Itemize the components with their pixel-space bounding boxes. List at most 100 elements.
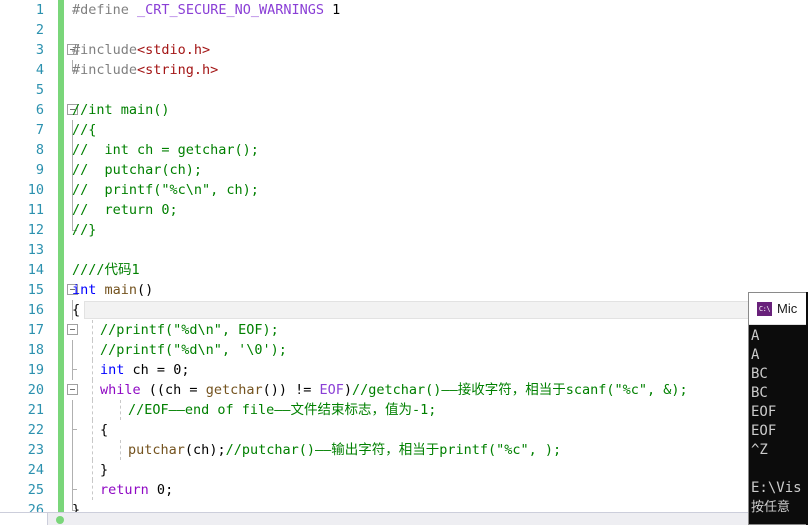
code-line[interactable]: 7 //{: [0, 120, 808, 140]
code-folding-margin[interactable]: [66, 420, 84, 440]
code-line[interactable]: 8 // int ch = getchar();: [0, 140, 808, 160]
unsaved-change-indicator: [58, 320, 64, 340]
line-number: 15: [27, 282, 44, 298]
code-line[interactable]: 12 //}: [0, 220, 808, 240]
unsaved-change-indicator: [58, 440, 64, 460]
code-line[interactable]: 1 #define _CRT_SECURE_NO_WARNINGS 1: [0, 0, 808, 20]
fold-guide-line: [72, 420, 73, 440]
code-line[interactable]: 17 //printf("%d\n", EOF);: [0, 320, 808, 340]
code-line[interactable]: 21 //EOF——end of file——文件结束标志，值为-1;: [0, 400, 808, 420]
code-line[interactable]: 2: [0, 20, 808, 40]
code-folding-margin[interactable]: [66, 380, 84, 400]
indent-guide: [92, 340, 93, 360]
code-line-text: //{: [72, 122, 97, 138]
code-folding-margin[interactable]: [66, 400, 84, 420]
unsaved-change-indicator: [58, 300, 64, 320]
indent-guide: [92, 480, 93, 500]
unsaved-change-indicator: [58, 360, 64, 380]
code-line-text: //printf("%d\n", '\0');: [100, 342, 287, 358]
code-line[interactable]: 6 //int main(): [0, 100, 808, 120]
console-output-line: ^Z: [751, 442, 768, 458]
line-number: 5: [35, 82, 44, 98]
line-number: 23: [27, 442, 44, 458]
code-line[interactable]: 9 // putchar(ch);: [0, 160, 808, 180]
code-line[interactable]: 14 ////代码1: [0, 260, 808, 280]
code-editor-surface[interactable]: 1 #define _CRT_SECURE_NO_WARNINGS 1 2 3 #inc…: [0, 0, 808, 512]
unsaved-change-indicator: [58, 500, 64, 512]
code-line[interactable]: 22 {: [0, 420, 808, 440]
code-line-text: #include<stdio.h>: [72, 42, 211, 58]
code-line[interactable]: 16 {: [0, 300, 808, 320]
code-line-text: //printf("%d\n", EOF);: [100, 322, 279, 338]
code-line[interactable]: 19 int ch = 0;: [0, 360, 808, 380]
code-line[interactable]: 3 #include<stdio.h>: [0, 40, 808, 60]
unsaved-change-indicator: [58, 460, 64, 480]
code-line[interactable]: 11 // return 0;: [0, 200, 808, 220]
code-line[interactable]: 5: [0, 80, 808, 100]
console-output-line: BC: [751, 385, 768, 401]
code-line[interactable]: 4 #include<string.h>: [0, 60, 808, 80]
editor-bottom-strip[interactable]: [0, 512, 808, 525]
code-line[interactable]: 13: [0, 240, 808, 260]
code-folding-margin[interactable]: [66, 460, 84, 480]
line-number: 6: [35, 102, 44, 118]
code-line[interactable]: 10 // printf("%c\n", ch);: [0, 180, 808, 200]
unsaved-change-indicator: [58, 20, 64, 40]
unsaved-change-indicator: [58, 340, 64, 360]
code-folding-margin[interactable]: [66, 80, 84, 100]
code-line-text: }: [100, 462, 109, 478]
code-line-text: // putchar(ch);: [72, 162, 203, 178]
code-line-text: }: [72, 502, 81, 512]
code-line[interactable]: 20 while ((ch = getchar()) != EOF)//getch…: [0, 380, 808, 400]
unsaved-change-indicator: [58, 0, 64, 20]
unsaved-change-indicator: [58, 60, 64, 80]
code-lines-container[interactable]: 1 #define _CRT_SECURE_NO_WARNINGS 1 2 3 #inc…: [0, 0, 808, 512]
code-line[interactable]: 23 putchar(ch);//putchar()——输出字符，相当于print…: [0, 440, 808, 460]
code-line[interactable]: 25 return 0;: [0, 480, 808, 500]
unsaved-change-indicator: [58, 480, 64, 500]
code-line-text: ////代码1: [72, 262, 140, 278]
line-number: 7: [35, 122, 44, 138]
code-line[interactable]: 24}: [0, 460, 808, 480]
unsaved-change-indicator: [58, 240, 64, 260]
fold-guide-tick: [72, 429, 77, 430]
console-title-bar[interactable]: C:\ Mic: [749, 293, 807, 325]
bottom-left-tab[interactable]: [0, 513, 48, 525]
fold-guide-line: [72, 400, 73, 420]
unsaved-change-indicator: [58, 420, 64, 440]
indent-guide: [92, 320, 93, 340]
unsaved-change-indicator: [58, 200, 64, 220]
code-line[interactable]: 18 //printf("%d\n", '\0');: [0, 340, 808, 360]
line-number: 1: [35, 2, 44, 18]
unsaved-change-indicator: [58, 140, 64, 160]
unsaved-change-indicator: [58, 220, 64, 240]
unsaved-change-indicator: [58, 380, 64, 400]
console-output-line: EOF: [751, 404, 777, 420]
console-output-line: E:\Vis: [751, 480, 802, 496]
code-line-text: //int main(): [72, 102, 170, 118]
indent-guide: [120, 400, 121, 420]
code-folding-margin[interactable]: [66, 320, 84, 340]
fold-guide-line: [72, 340, 73, 360]
code-line-text: putchar(ch);//putchar()——输出字符，相当于printf(…: [128, 442, 562, 458]
code-line[interactable]: 26}: [0, 500, 808, 512]
indent-guide: [92, 460, 93, 480]
line-number: 18: [27, 342, 44, 358]
indent-guide: [92, 440, 93, 460]
code-folding-margin[interactable]: [66, 440, 84, 460]
code-folding-margin[interactable]: [66, 240, 84, 260]
code-folding-margin[interactable]: [66, 360, 84, 380]
console-output-line: A: [751, 328, 760, 344]
code-line-text: int ch = 0;: [100, 362, 190, 378]
fold-collapse-icon[interactable]: [67, 384, 78, 395]
console-title-label: Mic: [777, 301, 798, 316]
code-folding-margin[interactable]: [66, 20, 84, 40]
indent-guide: [92, 380, 93, 400]
code-line-text: while ((ch = getchar()) != EOF)//getchar…: [100, 382, 688, 398]
code-line[interactable]: 15 int main(): [0, 280, 808, 300]
code-folding-margin[interactable]: [66, 480, 84, 500]
current-line-highlight: [84, 301, 798, 319]
code-folding-margin[interactable]: [66, 340, 84, 360]
debug-console-window[interactable]: C:\ Mic A A BC BC EOF EOF ^Z E:\Vis 按任意: [748, 292, 808, 525]
fold-collapse-icon[interactable]: [67, 324, 78, 335]
